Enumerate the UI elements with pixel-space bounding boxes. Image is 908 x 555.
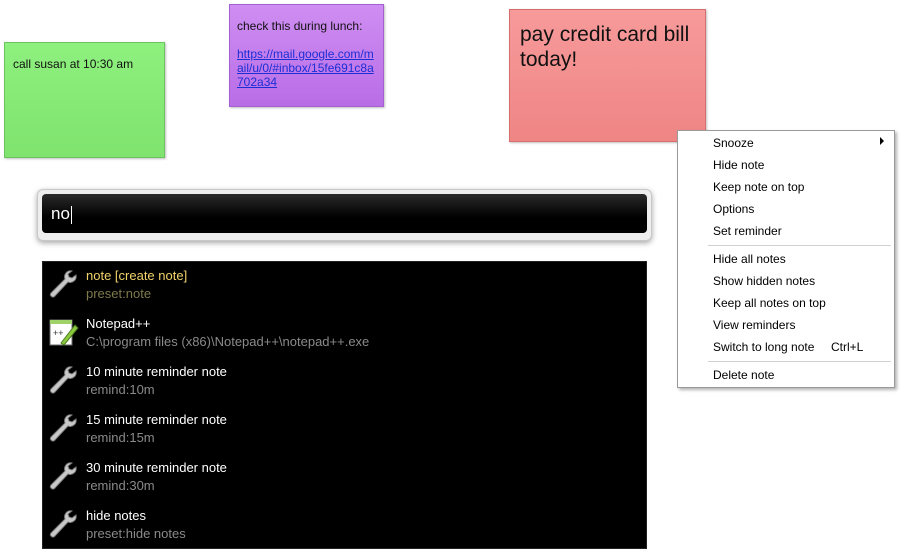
result-subtitle: preset:hide notes [86, 526, 186, 541]
menu-item-label: View reminders [713, 318, 796, 332]
wrench-icon [50, 270, 77, 298]
launcher-search-frame: no [37, 189, 652, 241]
menu-separator [708, 245, 891, 246]
result-subtitle: preset:note [86, 286, 152, 301]
result-subtitle: C:\program files (x86)\Notepad++\notepad… [86, 334, 370, 349]
note-context-menu: Snooze Hide note Keep note on top Option… [677, 130, 895, 388]
note-link[interactable]: https://mail.google.com/mail/u/0/#inbox/… [237, 47, 376, 89]
result-subtitle: remind:15m [86, 430, 155, 445]
menu-item-keep-all-notes-on-top[interactable]: Keep all notes on top [713, 292, 826, 314]
sticky-note-green[interactable]: call susan at 10:30 am [4, 42, 165, 158]
wrench-icon [50, 366, 77, 394]
wrench-icon [50, 462, 77, 490]
menu-item-delete-note[interactable]: Delete note [713, 364, 774, 386]
menu-item-snooze[interactable]: Snooze [713, 132, 888, 154]
result-title: 15 minute reminder note [86, 412, 227, 427]
result-title: 30 minute reminder note [86, 460, 227, 475]
wrench-icon [50, 510, 77, 538]
notepad-plus-plus-icon: ++ [49, 319, 79, 346]
results-list: note [create note] preset:note ++ Notepa… [42, 261, 647, 549]
search-input[interactable]: no [42, 194, 647, 233]
search-input-value: no [51, 204, 70, 223]
result-item-reminder-15m[interactable]: 15 minute reminder note remind:15m [43, 406, 646, 454]
menu-item-label: Hide all notes [713, 252, 786, 266]
result-item-reminder-10m[interactable]: 10 minute reminder note remind:10m [43, 358, 646, 406]
submenu-arrow-icon [880, 137, 884, 145]
menu-item-label: Set reminder [713, 224, 782, 238]
result-item-notepad-plus-plus[interactable]: ++ Notepad++ C:\program files (x86)\Note… [43, 310, 646, 358]
sticky-note-red[interactable]: pay credit card bill today! [509, 9, 706, 142]
menu-item-hide-all-notes[interactable]: Hide all notes [713, 248, 786, 270]
result-item-hide-notes[interactable]: hide notes preset:hide notes [43, 502, 646, 550]
sticky-note-purple[interactable]: check this during lunch: https://mail.go… [229, 4, 384, 107]
menu-item-label: Switch to long note [713, 340, 815, 354]
menu-item-show-hidden-notes[interactable]: Show hidden notes [713, 270, 815, 292]
menu-shortcut-label: Ctrl+L [831, 340, 864, 354]
result-subtitle: remind:30m [86, 478, 155, 493]
note-text: check this during lunch: [237, 19, 363, 33]
menu-item-label: Keep all notes on top [713, 296, 826, 310]
result-subtitle: remind:10m [86, 382, 155, 397]
result-title: Notepad++ [86, 316, 151, 331]
menu-item-set-reminder[interactable]: Set reminder [713, 220, 782, 242]
menu-item-hide-note[interactable]: Hide note [713, 154, 764, 176]
menu-item-label: Delete note [713, 368, 775, 382]
menu-item-label: Snooze [713, 136, 754, 150]
text-caret [70, 205, 72, 224]
menu-separator [708, 361, 891, 362]
result-title: 10 minute reminder note [86, 364, 227, 379]
menu-item-switch-to-long-note[interactable]: Switch to long note [713, 336, 814, 358]
menu-item-label: Show hidden notes [713, 274, 816, 288]
wrench-icon [50, 414, 77, 442]
result-title: hide notes [86, 508, 146, 523]
svg-text:++: ++ [53, 328, 64, 338]
menu-item-label: Keep note on top [713, 180, 805, 194]
note-text: call susan at 10:30 am [13, 57, 134, 71]
menu-item-label: Hide note [713, 158, 765, 172]
result-title: note [create note] [86, 268, 188, 283]
result-item-create-note[interactable]: note [create note] preset:note [43, 262, 646, 310]
menu-item-options[interactable]: Options [713, 198, 754, 220]
menu-item-label: Options [713, 202, 755, 216]
menu-item-keep-note-on-top[interactable]: Keep note on top [713, 176, 804, 198]
menu-item-view-reminders[interactable]: View reminders [713, 314, 795, 336]
result-item-reminder-30m[interactable]: 30 minute reminder note remind:30m [43, 454, 646, 502]
note-text: pay credit card bill today! [520, 23, 690, 71]
